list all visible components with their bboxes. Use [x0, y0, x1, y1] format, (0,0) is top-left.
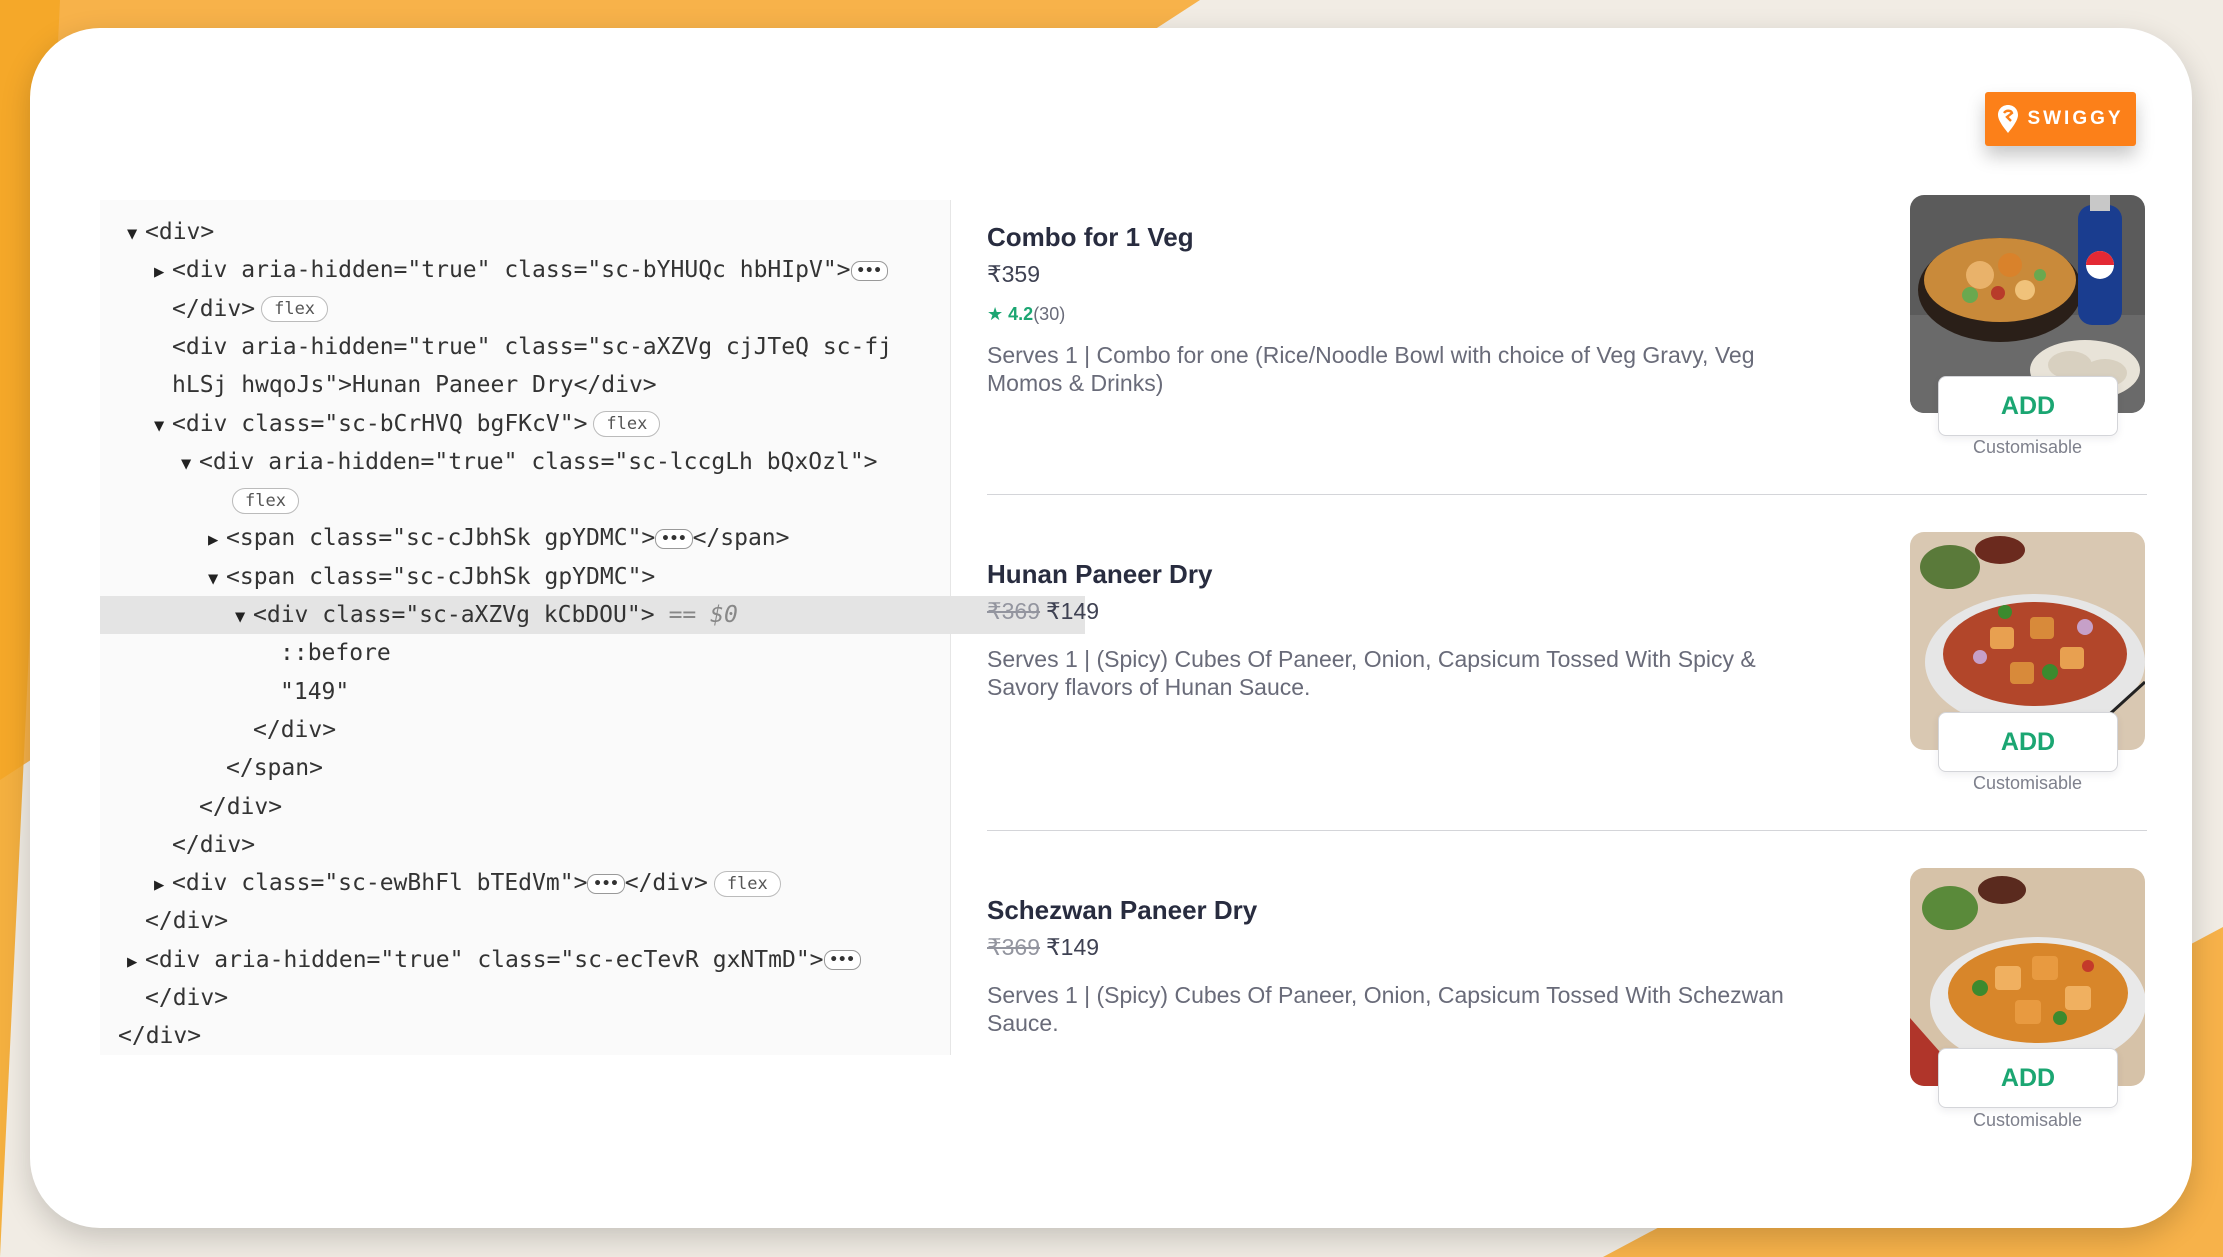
- expand-triangle-icon[interactable]: ▼: [154, 407, 172, 445]
- flex-badge[interactable]: flex: [593, 411, 661, 437]
- dom-node-line[interactable]: </div>: [235, 711, 336, 749]
- item-price-original: ₹369: [987, 598, 1041, 624]
- ellipsis-expand-icon[interactable]: •••: [655, 528, 693, 549]
- dom-node-text: </div>: [199, 793, 283, 820]
- dom-node-text: </div>: [145, 908, 229, 935]
- dom-node-text: </div>: [172, 831, 256, 858]
- devtools-elements-panel: ▼ <div> ▶ <div aria-hidden="true" class="sc…: [100, 200, 1085, 1055]
- dom-node-text: <span class="sc-cJbhSk gpYDMC">: [226, 525, 656, 552]
- dom-node-line[interactable]: </div>: [127, 979, 228, 1017]
- flex-badge[interactable]: flex: [232, 487, 299, 514]
- swiggy-logo: SWIGGY: [1985, 92, 2136, 146]
- customisable-label: Customisable: [1972, 1110, 2083, 1130]
- collapse-triangle-icon[interactable]: ▶: [127, 943, 145, 981]
- dom-node-text: <div class="sc-ewBhFl bTEdVm">: [172, 870, 588, 897]
- dom-node-text: </div>: [118, 1023, 202, 1050]
- item-price-original: ₹369: [987, 934, 1041, 960]
- selected-node-marker: == $0: [668, 602, 738, 628]
- dom-node-line[interactable]: ▼ <div>: [127, 213, 214, 251]
- dom-node-closing-tag: </span>: [692, 525, 790, 552]
- swiggy-logo-text: SWIGGY: [2027, 108, 2124, 129]
- dom-node-line[interactable]: ▶ <div class="sc-ewBhFl bTEdVm"> ••• </div>…: [154, 864, 781, 902]
- dom-node-line[interactable]: hLSj hwqoJs">Hunan Paneer Dry</div>: [154, 366, 657, 404]
- rating-value: 4.2: [1008, 304, 1034, 324]
- dom-node-line[interactable]: </span>: [208, 749, 323, 787]
- dom-node-text: </div>: [145, 985, 229, 1011]
- expand-triangle-icon[interactable]: ▼: [181, 445, 199, 483]
- star-icon: ★: [987, 304, 1004, 324]
- flex-badge[interactable]: flex: [261, 296, 329, 323]
- flex-badge[interactable]: flex: [713, 870, 781, 897]
- collapse-triangle-icon[interactable]: ▶: [154, 866, 172, 904]
- add-button[interactable]: ADD: [1938, 712, 2118, 772]
- dom-node-line[interactable]: flex: [208, 481, 299, 519]
- ellipsis-expand-icon[interactable]: •••: [850, 260, 888, 281]
- dom-node-text: </span>: [226, 755, 323, 782]
- dom-node-text: ::before: [280, 640, 391, 667]
- item-description: Serves 1 | (Spicy) Cubes Of Paneer, Onio…: [987, 646, 1756, 700]
- item-description: Serves 1 | Combo for one (Rice/Noodle Bo…: [987, 342, 1755, 396]
- add-button[interactable]: ADD: [1938, 376, 2118, 436]
- dom-node-text: <div aria-hidden="true" class="sc-bYHUQc…: [172, 257, 851, 284]
- dom-node-line[interactable]: </div>: [127, 902, 228, 940]
- dom-node-line[interactable]: <div aria-hidden="true" class="sc-aXZVg …: [154, 328, 892, 366]
- expand-triangle-icon[interactable]: ▼: [208, 560, 226, 598]
- item-price: ₹149: [1046, 934, 1100, 960]
- expand-triangle-icon[interactable]: ▼: [235, 598, 253, 636]
- collapse-triangle-icon[interactable]: ▶: [154, 253, 172, 291]
- dom-node-text: hLSj hwqoJs">Hunan Paneer Dry</div>: [172, 372, 657, 399]
- dom-node-line[interactable]: ::before: [262, 634, 391, 672]
- item-description: Serves 1 | (Spicy) Cubes Of Paneer, Onio…: [987, 982, 1784, 1036]
- rating-count: (30): [1033, 304, 1066, 324]
- dom-node-line[interactable]: </div>: [100, 1017, 201, 1055]
- dom-node-text: </div>: [253, 716, 337, 743]
- customisable-label: Customisable: [1972, 773, 2083, 793]
- dom-node-closing-tag: </div>: [624, 870, 708, 897]
- dom-node-text: <div aria-hidden="true" class="sc-aXZVg …: [172, 333, 893, 360]
- dom-node-line[interactable]: ▼ <span class="sc-cJbhSk gpYDMC">: [208, 558, 655, 596]
- ellipsis-expand-icon[interactable]: •••: [587, 873, 625, 894]
- dom-node-line[interactable]: </div>: [181, 788, 282, 826]
- dom-node-line[interactable]: ▶ <div aria-hidden="true" class="sc-bYHUQ…: [154, 251, 888, 289]
- dom-node-line[interactable]: ▶ <div aria-hidden="true" class="sc-ecTev…: [127, 941, 861, 979]
- dom-node-text: <div aria-hidden="true" class="sc-ecTevR…: [145, 946, 824, 973]
- ellipsis-expand-icon[interactable]: •••: [823, 950, 861, 971]
- swiggy-pin-icon: [1998, 105, 2019, 133]
- dom-node-text: <span class="sc-cJbhSk gpYDMC">: [226, 563, 656, 590]
- item-price: ₹149: [1046, 598, 1100, 624]
- collapse-triangle-icon[interactable]: ▶: [208, 521, 226, 559]
- dom-node-text: <div class="sc-aXZVg kCbDOU">: [253, 602, 655, 628]
- item-divider: [987, 830, 2147, 831]
- dom-node-line[interactable]: ▼ <div aria-hidden="true" class="sc-lccgL…: [181, 443, 878, 481]
- dom-node-text: "149": [280, 678, 350, 705]
- dom-node-line[interactable]: ▼ <div class="sc-bCrHVQ bgFKcV"> flex: [154, 405, 661, 445]
- item-divider: [987, 494, 2147, 495]
- dom-node-line[interactable]: ▶ <span class="sc-cJbhSk gpYDMC"> ••• </spa…: [208, 519, 790, 557]
- dom-node-line[interactable]: </div> flex: [154, 290, 329, 328]
- add-button[interactable]: ADD: [1938, 1048, 2118, 1108]
- dom-node-text: <div class="sc-bCrHVQ bgFKcV">: [172, 410, 588, 437]
- dom-node-text: <div aria-hidden="true" class="sc-lccgLh…: [199, 448, 878, 475]
- dom-node-text: </div>: [172, 295, 256, 322]
- customisable-label: Customisable: [1972, 437, 2083, 457]
- expand-triangle-icon[interactable]: ▼: [127, 215, 145, 253]
- item-price: ₹359: [987, 261, 1041, 287]
- dom-node-selected[interactable]: ▼ <div class="sc-aXZVg kCbDOU"> == $0: [100, 596, 1085, 634]
- dom-node-text: <div>: [145, 219, 215, 245]
- dom-node-line[interactable]: </div>: [154, 826, 255, 864]
- dom-node-line[interactable]: "149": [262, 673, 349, 711]
